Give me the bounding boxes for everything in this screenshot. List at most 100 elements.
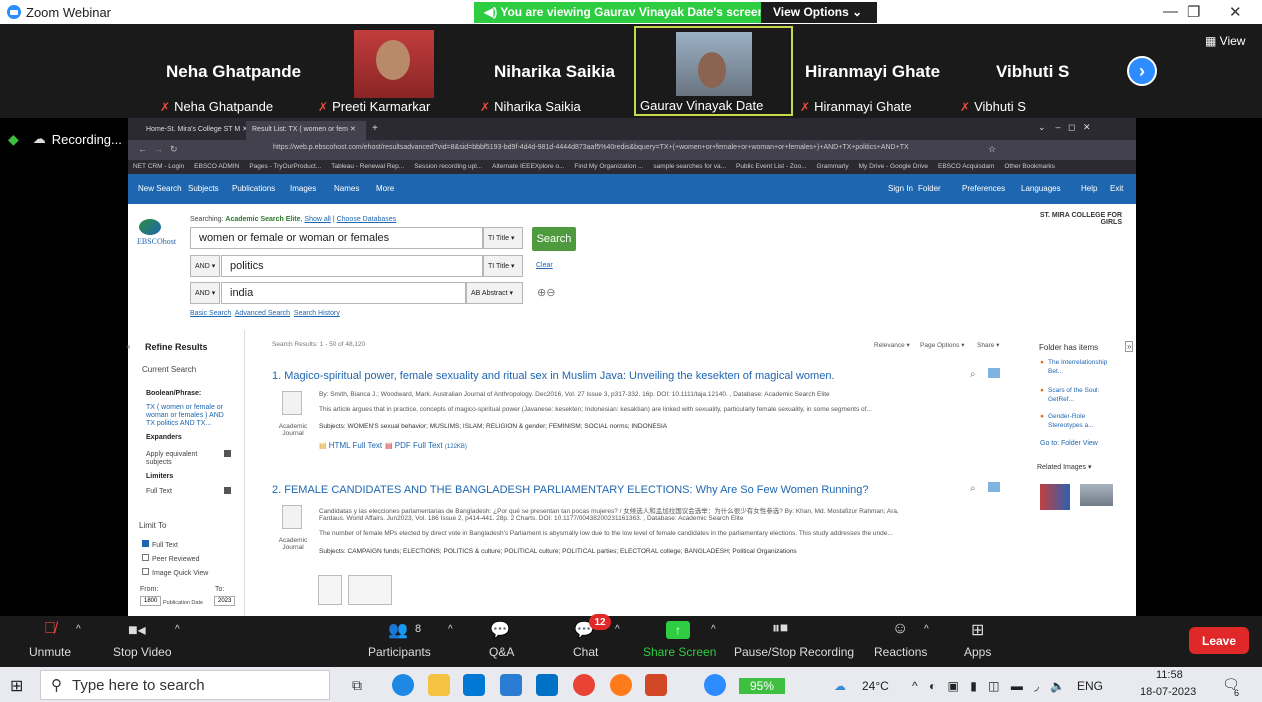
next-page-icon[interactable]: ›	[1127, 56, 1157, 86]
html-full-text-link[interactable]: ▤ HTML Full Text	[319, 441, 382, 450]
bookmark-item[interactable]: EBSCO Acquisdam	[938, 163, 994, 170]
window-controls[interactable]: ⌄ – ◻ ✕	[1038, 122, 1091, 133]
lync-icon[interactable]	[500, 674, 522, 696]
stop-video-button[interactable]: Stop Video	[113, 645, 172, 659]
active-speaker-video[interactable]: Gaurav Vinayak Date	[634, 26, 793, 116]
chevron-up-icon[interactable]: ^	[924, 624, 929, 635]
clock-time[interactable]: 11:58	[1156, 669, 1183, 681]
ebsco-nav-right-item[interactable]: Help	[1081, 184, 1097, 193]
search-term-input-3[interactable]: india	[221, 282, 466, 304]
taskbar-search-box[interactable]: ⚲ Type here to search	[40, 670, 330, 700]
bookmark-item[interactable]: Session recording upl...	[414, 163, 482, 170]
powerpoint-icon[interactable]	[645, 674, 667, 696]
preview-icon[interactable]: ⌕	[970, 369, 976, 380]
ebsco-nav-right-item[interactable]: Sign In	[888, 184, 913, 193]
unmute-button[interactable]: Unmute	[29, 645, 71, 659]
outlook-icon[interactable]	[536, 674, 558, 696]
folder-item[interactable]: Stereotypes a...	[1048, 422, 1094, 429]
search-term-input-2[interactable]: politics	[221, 255, 483, 277]
bookmark-item[interactable]: Grammarly	[817, 163, 849, 170]
bookmark-item[interactable]: Other Bookmarks	[1004, 163, 1055, 170]
apps-icon[interactable]: ⊞	[971, 620, 984, 640]
qa-button[interactable]: Q&A	[489, 645, 514, 659]
ebsco-nav-item[interactable]: Names	[334, 184, 359, 193]
bookmark-item[interactable]: My Drive - Google Drive	[859, 163, 928, 170]
pdf-full-text-link[interactable]: ▤ PDF Full Text (122KB)	[385, 441, 467, 450]
participant-tile[interactable]: ✗ Preeti Karmarkar	[318, 26, 448, 116]
remove-expander-icon[interactable]	[224, 450, 231, 457]
search-button[interactable]: Search	[532, 227, 576, 251]
temperature[interactable]: 24°C	[862, 679, 889, 693]
remove-limiter-icon[interactable]	[224, 487, 231, 494]
weather-icon[interactable]: ☁	[834, 679, 846, 693]
boolean-query-line[interactable]: TX ( women or female or	[146, 404, 223, 411]
zoom-taskbar-icon[interactable]	[704, 674, 726, 696]
reload-icon[interactable]: ↻	[170, 144, 178, 155]
new-tab-icon[interactable]: +	[372, 123, 378, 134]
bookmark-item[interactable]: Pages - TryOurProduct...	[249, 163, 321, 170]
sort-dropdown[interactable]: Relevance ▾	[874, 341, 910, 349]
participant-tile[interactable]: Niharika Saikia ✗ Niharika Saikia	[480, 26, 630, 116]
address-bar[interactable]: ← → ↻ https://web.p.ebscohost.com/ehost/…	[128, 140, 1136, 160]
star-icon[interactable]: ☆	[988, 144, 996, 155]
minimize-icon[interactable]: —	[1163, 3, 1178, 20]
forward-icon[interactable]: →	[154, 144, 163, 154]
close-icon[interactable]: ✕	[1229, 3, 1242, 21]
add-to-folder-icon[interactable]	[988, 482, 1000, 492]
advanced-search-link[interactable]: Advanced Search	[235, 310, 290, 317]
chrome-icon[interactable]	[573, 674, 595, 696]
edge-icon[interactable]	[392, 674, 414, 696]
limit-check-full-text[interactable]: Full Text	[142, 540, 178, 549]
bool-select-2[interactable]: AND ▾	[190, 255, 220, 277]
restore-icon[interactable]: ❐	[1187, 3, 1200, 21]
chevron-up-icon[interactable]: ^	[76, 624, 81, 635]
add-to-folder-icon[interactable]	[988, 368, 1000, 378]
mail-icon[interactable]	[463, 674, 485, 696]
ebsco-nav-right-item[interactable]: Preferences	[962, 184, 1005, 193]
folder-item[interactable]: GetRef...	[1048, 396, 1074, 403]
choose-databases-link[interactable]: Choose Databases	[337, 216, 397, 223]
participant-tile[interactable]: Neha Ghatpande ✗ Neha Ghatpande	[160, 26, 310, 116]
task-view-icon[interactable]: ⧉	[352, 677, 362, 694]
folder-item[interactable]: Scars of the Soul:	[1048, 387, 1099, 394]
reactions-icon[interactable]: ☺	[892, 620, 908, 638]
mic-muted-icon[interactable]: 🎙̸	[44, 620, 56, 638]
related-image-thumbnail[interactable]	[1040, 484, 1070, 510]
bool-select-3[interactable]: AND ▾	[190, 282, 220, 304]
from-year-input[interactable]: 1800	[140, 596, 162, 606]
participant-tile[interactable]: Vibhuti S ✗ Vibhuti S	[960, 26, 1070, 116]
bookmark-item[interactable]: EBSCO ADMIN	[194, 163, 239, 170]
browser-tab-active[interactable]: Result List: TX ( women or fem ✕	[246, 121, 366, 140]
folder-view-link[interactable]: Go to: Folder View	[1040, 440, 1098, 447]
collapse-icon[interactable]: «	[126, 342, 130, 351]
field-select-1[interactable]: TI Title ▾	[483, 227, 523, 249]
language-indicator[interactable]: ENG	[1077, 679, 1103, 693]
bookmark-item[interactable]: Public Event List - Zoo...	[736, 163, 806, 170]
field-select-2[interactable]: TI Title ▾	[483, 255, 523, 277]
to-year-input[interactable]: 2023	[214, 596, 236, 606]
boolean-query-line[interactable]: woman or females ) AND	[146, 412, 224, 419]
boolean-query-line[interactable]: TX politics AND TX...	[146, 420, 211, 427]
ebsco-nav-item[interactable]: Images	[290, 184, 316, 193]
page-options-dropdown[interactable]: Page Options ▾	[920, 341, 964, 349]
result-title-1[interactable]: 1. Magico-spiritual power, female sexual…	[272, 370, 835, 382]
chat-button[interactable]: Chat	[573, 645, 598, 659]
apps-button[interactable]: Apps	[964, 645, 991, 659]
field-select-3[interactable]: AB Abstract ▾	[466, 282, 523, 304]
bookmark-item[interactable]: Find My Organization ...	[574, 163, 643, 170]
limit-check-peer-reviewed[interactable]: Peer Reviewed	[142, 554, 199, 563]
ebsco-nav-right-item[interactable]: Exit	[1110, 184, 1123, 193]
related-images-heading[interactable]: Related Images ▾	[1037, 463, 1092, 471]
pause-recording-icon[interactable]: ⏸⏹	[772, 620, 788, 638]
bookmark-item[interactable]: NET CRM - Login	[133, 163, 184, 170]
search-history-link[interactable]: Search History	[294, 310, 340, 317]
folder-item[interactable]: The Interrelationship	[1048, 359, 1107, 366]
share-screen-button[interactable]: Share Screen	[643, 645, 716, 659]
bookmark-item[interactable]: sample searches for va...	[653, 163, 726, 170]
basic-search-link[interactable]: Basic Search	[190, 310, 231, 317]
pause-stop-recording-button[interactable]: Pause/Stop Recording	[734, 645, 854, 659]
share-screen-icon[interactable]: ↑	[666, 621, 690, 639]
clear-link[interactable]: Clear	[536, 262, 553, 269]
expand-icon[interactable]: »	[1125, 341, 1134, 352]
ebsco-nav-item[interactable]: Publications	[232, 184, 275, 193]
